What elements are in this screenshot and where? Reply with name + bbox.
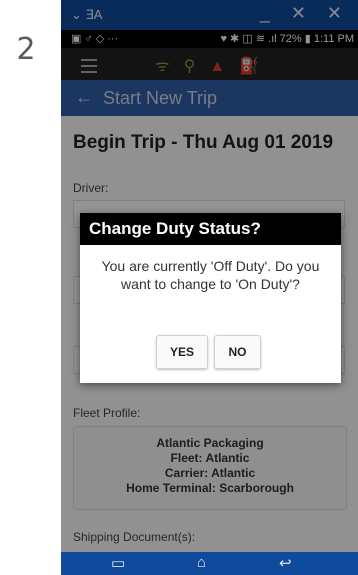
step-number: 2: [16, 32, 36, 67]
change-duty-dialog: Change Duty Status? You are currently 'O…: [80, 213, 341, 383]
no-button[interactable]: NO: [214, 335, 261, 369]
phone-screen: ⌄ ∃A _ ✕ ✕ ▣ ♂ ◇ ··· ♥ ✱ ◫ ≋ .ıl 72% ▮ 1…: [61, 0, 358, 575]
back-icon[interactable]: ↩: [279, 554, 292, 572]
dialog-title: Change Duty Status?: [80, 213, 341, 245]
home-icon[interactable]: ⌂: [197, 554, 206, 571]
android-nav-bar: ▭ ⌂ ↩: [61, 552, 358, 575]
yes-button[interactable]: YES: [156, 335, 208, 369]
recents-icon[interactable]: ▭: [111, 554, 125, 572]
dialog-message: You are currently 'Off Duty'. Do you wan…: [101, 258, 320, 292]
